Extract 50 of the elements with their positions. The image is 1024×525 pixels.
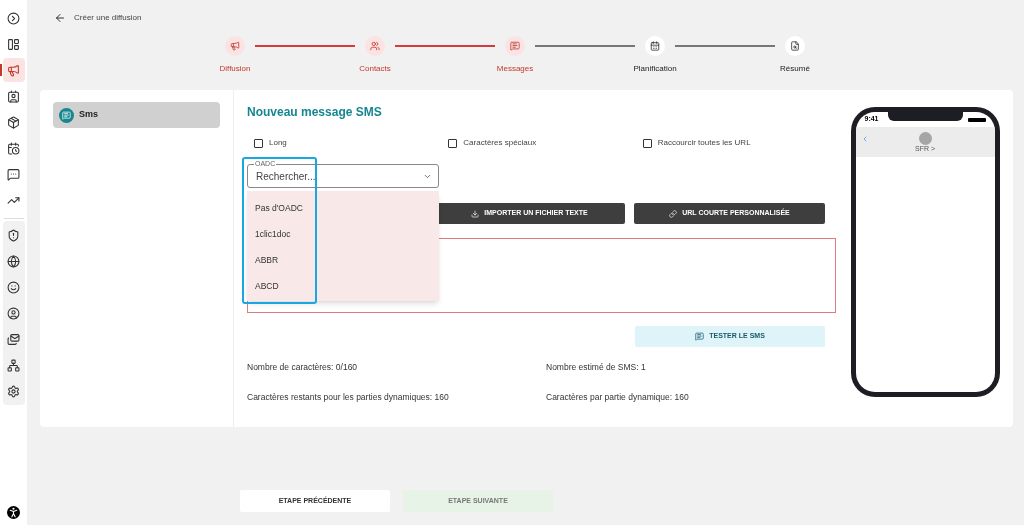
settings-icon — [7, 384, 20, 398]
stat-text: Nombre estimé de SMS: 1 — [546, 361, 647, 374]
user-icon — [7, 306, 20, 320]
channel-item[interactable]: Sms — [53, 102, 220, 128]
package-icon — [7, 115, 20, 129]
back-button[interactable] — [54, 12, 66, 24]
megaphone-icon — [230, 41, 240, 51]
globe-icon — [7, 254, 20, 268]
calendar-icon — [650, 41, 660, 51]
shield-icon — [7, 228, 20, 242]
step-label: Résumé — [780, 63, 810, 75]
dropdown-option[interactable]: 1clic1doc — [247, 221, 439, 247]
page-title: Créer une diffusion — [74, 12, 142, 24]
checkbox[interactable] — [254, 138, 263, 148]
dropdown-option[interactable]: ABBR — [247, 247, 439, 273]
dashboard-icon — [7, 37, 20, 51]
smiley-icon — [7, 280, 20, 294]
step-label: Contacts — [359, 63, 391, 75]
form-title: Nouveau message SMS — [247, 104, 383, 121]
step-label: Diffusion — [219, 63, 251, 75]
calendar-icon — [7, 141, 20, 155]
avatar-icon — [918, 131, 932, 145]
chat-icon — [59, 107, 74, 123]
expand-icon — [7, 11, 20, 25]
step-label: Messages — [496, 63, 534, 75]
stat-text: Nombre de caractères: 0/160 — [247, 361, 359, 374]
link-icon — [669, 209, 678, 218]
dropdown-option[interactable]: ABCD — [247, 273, 439, 299]
chat-icon — [7, 167, 20, 181]
checkbox-label: Caractères spéciaux — [463, 137, 537, 149]
back-arrow-icon — [54, 12, 66, 24]
document-search-icon — [790, 41, 800, 51]
mail-icon — [7, 332, 20, 346]
stat-text: Caractères restants pour les parties dynamiques: 160 — [247, 390, 450, 404]
megaphone-icon — [7, 63, 20, 77]
checkbox[interactable] — [448, 138, 458, 148]
hierarchy-icon — [7, 358, 20, 372]
contact-card-icon — [7, 89, 20, 103]
checkbox-label: Raccourcir toutes les URL — [657, 137, 751, 149]
people-icon — [370, 41, 380, 51]
message-icon — [695, 332, 705, 341]
search-input[interactable]: Rechercher... — [256, 168, 423, 184]
checkbox-label: Long — [269, 137, 287, 149]
checkbox[interactable] — [642, 138, 652, 148]
status-icons — [967, 117, 986, 122]
step-label: Planification — [633, 63, 677, 75]
stat-text: Caractères par partie dynamique: 160 — [546, 390, 690, 404]
download-icon — [471, 209, 480, 218]
message-icon — [510, 41, 520, 51]
accessibility-icon[interactable] — [7, 506, 20, 519]
